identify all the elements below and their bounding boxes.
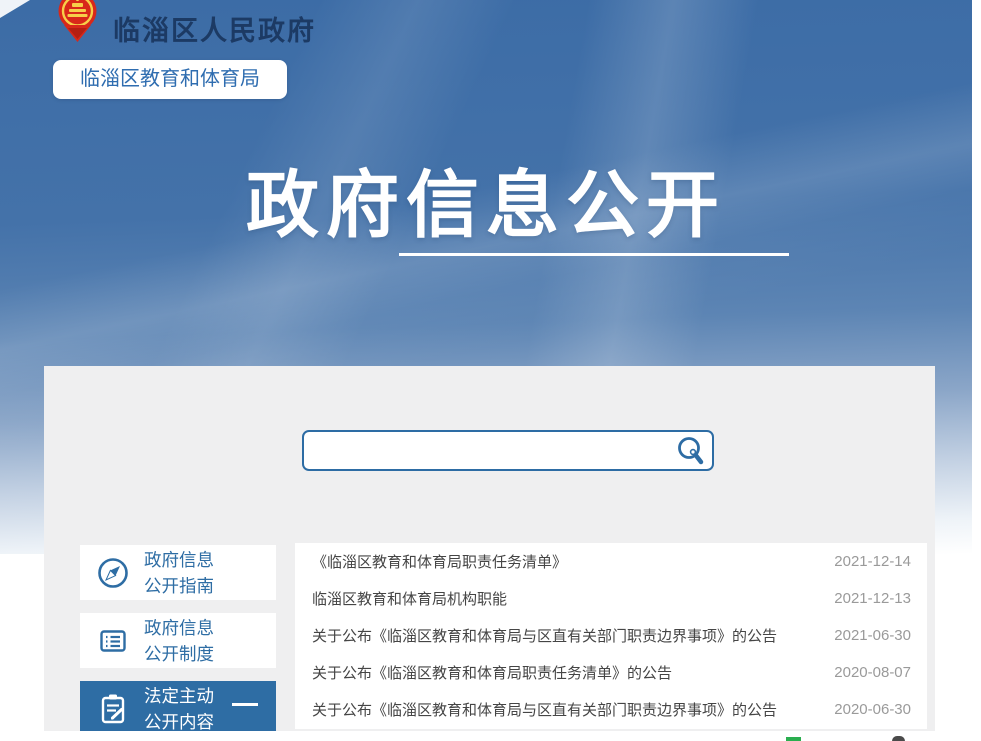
article-date: 2021-06-30	[834, 627, 911, 644]
article-title[interactable]: 关于公布《临淄区教育和体育局与区直有关部门职责边界事项》的公告	[312, 699, 777, 720]
clipboard-pencil-icon	[95, 691, 131, 727]
sidebar-item-statutory[interactable]: 法定主动 公开内容	[80, 681, 276, 736]
article-title[interactable]: 关于公布《临淄区教育和体育局与区直有关部门职责边界事项》的公告	[312, 625, 777, 646]
page: 临淄区人民政府 临淄区教育和体育局 政府信息公开 政府信息 公开指南	[0, 0, 981, 741]
sidebar-item-rules[interactable]: 政府信息 公开制度	[80, 613, 276, 668]
article-title[interactable]: 《临淄区教育和体育局职责任务清单》	[312, 551, 567, 572]
gov-name: 临淄区人民政府	[113, 9, 316, 48]
national-emblem-icon	[54, 0, 101, 46]
article-row[interactable]: 关于公布《临淄区教育和体育局职责任务清单》的公告 2020-08-07	[295, 654, 927, 691]
bottom-band	[44, 731, 972, 741]
article-date: 2020-06-30	[834, 701, 911, 718]
share-icon-partial[interactable]	[892, 736, 905, 741]
article-title[interactable]: 临淄区教育和体育局机构职能	[312, 588, 507, 609]
sidebar-item-label: 政府信息 公开指南	[144, 547, 214, 599]
document-list-icon	[95, 623, 131, 659]
compass-icon	[95, 555, 131, 591]
article-date: 2021-12-13	[834, 590, 911, 607]
search-box	[302, 430, 714, 471]
sidebar-item-label: 法定主动 公开内容	[144, 683, 214, 735]
article-date: 2020-08-07	[834, 664, 911, 681]
wechat-share-icon-partial[interactable]	[786, 737, 801, 741]
page-title: 政府信息公开	[0, 146, 972, 252]
article-list: 《临淄区教育和体育局职责任务清单》 2021-12-14 临淄区教育和体育局机构…	[295, 543, 927, 729]
article-row[interactable]: 《临淄区教育和体育局职责任务清单》 2021-12-14	[295, 543, 927, 580]
corner-decoration	[0, 0, 30, 18]
sidebar-item-guide[interactable]: 政府信息 公开指南	[80, 545, 276, 600]
title-underline	[399, 253, 789, 256]
search-icon	[674, 434, 708, 468]
search-button[interactable]	[674, 434, 708, 468]
article-date: 2021-12-14	[834, 553, 911, 570]
article-row[interactable]: 关于公布《临淄区教育和体育局与区直有关部门职责边界事项》的公告 2020-06-…	[295, 691, 927, 728]
search-input[interactable]	[302, 430, 714, 471]
article-row[interactable]: 临淄区教育和体育局机构职能 2021-12-13	[295, 580, 927, 617]
sidebar-item-label: 政府信息 公开制度	[144, 615, 214, 667]
department-tab[interactable]: 临淄区教育和体育局	[53, 60, 287, 99]
collapse-minus-icon[interactable]	[232, 703, 258, 706]
article-title[interactable]: 关于公布《临淄区教育和体育局职责任务清单》的公告	[312, 662, 672, 683]
article-row[interactable]: 关于公布《临淄区教育和体育局与区直有关部门职责边界事项》的公告 2021-06-…	[295, 617, 927, 654]
gov-header: 临淄区人民政府	[54, 0, 316, 48]
